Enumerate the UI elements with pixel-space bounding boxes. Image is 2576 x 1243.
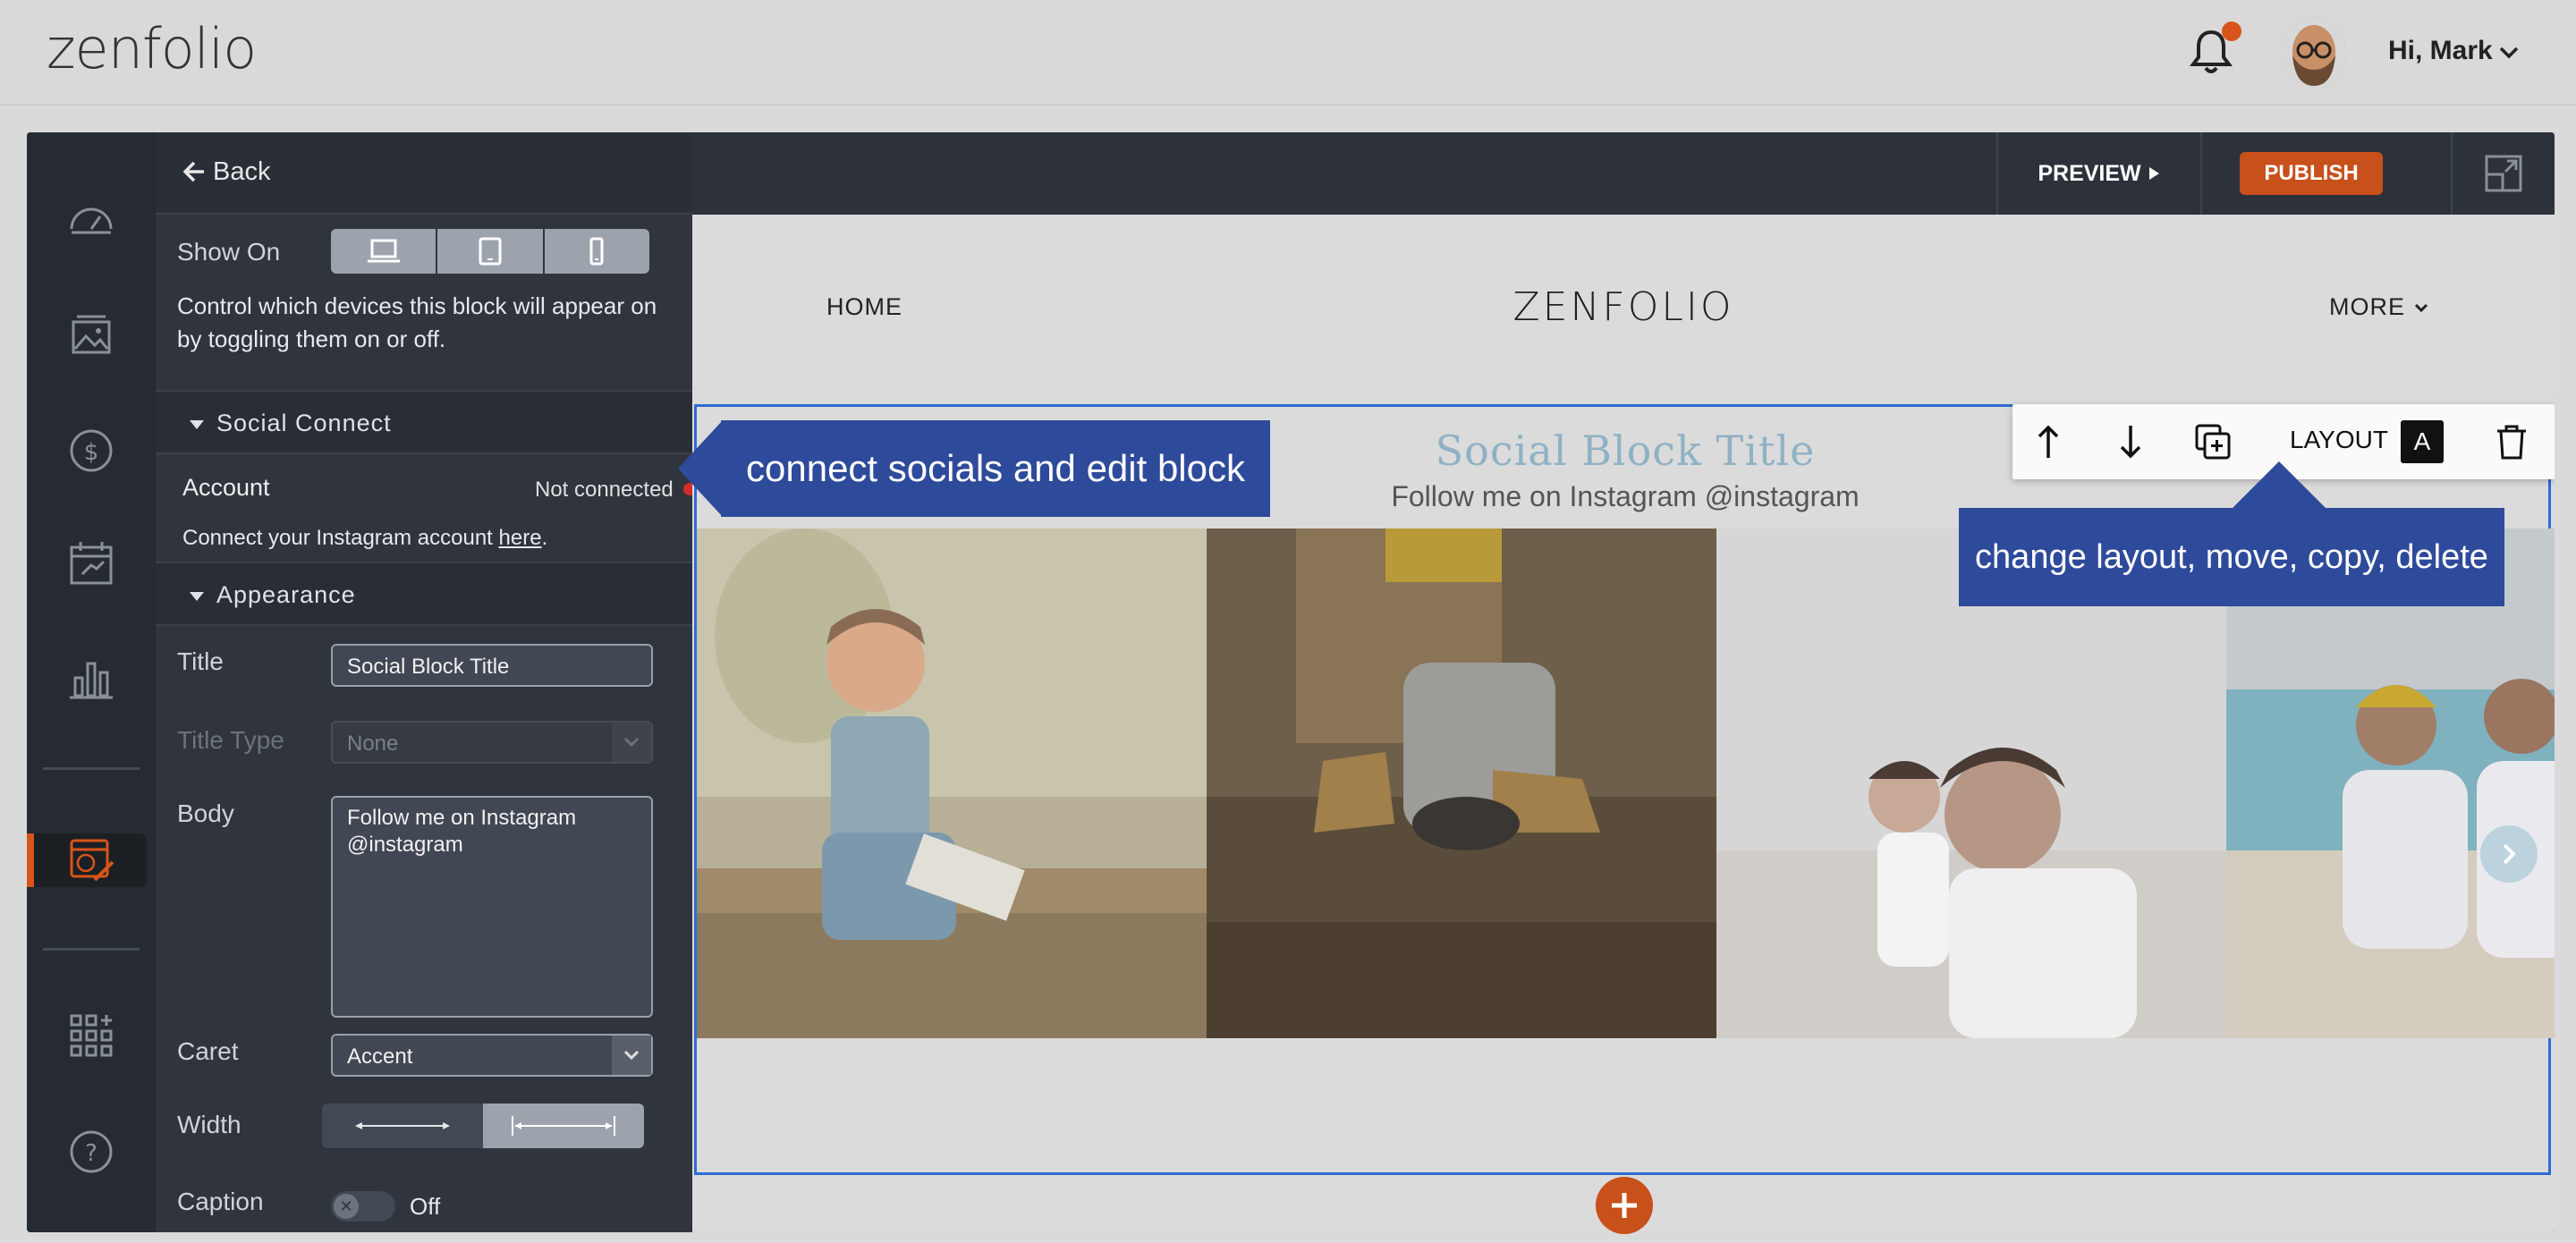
title-type-value: None [347, 731, 399, 756]
appearance-section-toggle[interactable]: Appearance [156, 562, 692, 626]
show-on-description: Control which devices this block will ap… [177, 292, 657, 352]
arrow-left-icon [182, 161, 204, 182]
add-block-button[interactable] [1596, 1177, 1653, 1234]
help-text: Connect your Instagram account [182, 526, 499, 550]
dashboard-icon[interactable] [64, 193, 118, 247]
desktop-icon [367, 239, 400, 263]
site-brand: ZENFOLIO [1513, 284, 1734, 330]
avatar[interactable] [2283, 16, 2345, 89]
caret-select[interactable]: Accent [331, 1034, 653, 1077]
editor-frame: $ ? Back Show On Control which devices t… [27, 132, 2555, 1232]
callout-connect-socials: connect socials and edit block [721, 420, 1270, 517]
body-textarea[interactable]: Follow me on Instagram @instagram [331, 796, 653, 1018]
chevron-down-icon [612, 723, 651, 762]
photo-boy-reading [697, 528, 1207, 1038]
notification-dot [2222, 21, 2241, 41]
site-preview: HOME ZENFOLIO MORE Social Block Title Fo… [692, 215, 2555, 1232]
caption-toggle[interactable]: ✕ [331, 1191, 395, 1222]
tablet-icon [479, 237, 502, 266]
layout-selector[interactable]: A [2401, 420, 2444, 463]
show-on-desktop-toggle[interactable] [331, 229, 438, 274]
section-title: Social Connect [216, 410, 392, 436]
layout-label[interactable]: LAYOUT [2290, 426, 2388, 454]
width-contained-button[interactable] [322, 1103, 483, 1148]
title-type-label: Title Type [177, 726, 284, 754]
width-full-icon [512, 1116, 615, 1136]
title-label: Title [177, 647, 224, 675]
caption-label: Caption [177, 1188, 264, 1215]
trash-icon[interactable] [2492, 422, 2531, 461]
chevron-down-icon[interactable] [2497, 41, 2521, 64]
callout-layout-actions: change layout, move, copy, delete [1959, 508, 2504, 606]
chevron-down-icon [2414, 303, 2428, 313]
back-button[interactable]: Back [182, 157, 270, 187]
show-on-tablet-toggle[interactable] [437, 229, 545, 274]
move-down-icon[interactable] [2111, 422, 2150, 461]
callout-right-pointer [2231, 461, 2327, 510]
width-label: Width [177, 1111, 242, 1138]
website-editor-icon[interactable] [64, 833, 118, 887]
account-status: Not connected [535, 478, 674, 502]
plus-icon [1612, 1193, 1637, 1218]
rail-divider [43, 948, 140, 951]
rail-divider [43, 767, 140, 770]
apps-grid-icon[interactable] [64, 1009, 118, 1062]
sales-icon[interactable]: $ [64, 424, 118, 478]
chevron-down-icon [612, 1036, 651, 1075]
social-connect-section-toggle[interactable]: Social Connect [156, 390, 692, 454]
publish-button[interactable]: PUBLISH [2240, 152, 2383, 195]
width-toggle-group [322, 1103, 644, 1148]
caption-toggle-state: Off [410, 1193, 441, 1220]
help-text-end: . [541, 526, 548, 550]
help-icon[interactable]: ? [64, 1125, 118, 1179]
preview-label: PREVIEW [2038, 160, 2141, 186]
show-on-mobile-toggle[interactable] [544, 229, 649, 274]
callout-left-pointer [678, 420, 723, 517]
duplicate-icon[interactable] [2193, 422, 2233, 461]
gallery-icon[interactable] [64, 308, 118, 361]
user-greeting[interactable]: Hi, Mark [2388, 36, 2493, 66]
move-up-icon[interactable] [2029, 422, 2068, 461]
show-on-toggle-group [331, 229, 649, 274]
carousel-next-button[interactable] [2480, 825, 2538, 883]
connect-link[interactable]: here [499, 526, 542, 550]
site-nav-more[interactable]: MORE [2329, 293, 2429, 321]
chevron-right-icon [2503, 843, 2516, 865]
canvas-toolbar: PREVIEW PUBLISH [692, 132, 2555, 215]
title-input[interactable]: Social Block Title [331, 644, 653, 687]
caret-label: Caret [177, 1037, 239, 1065]
top-bar: zenfolio Hi, Mark [0, 0, 2576, 106]
title-type-select[interactable]: None [331, 721, 653, 764]
account-label: Account [182, 474, 270, 501]
block-settings-panel: Back Show On Control which devices this … [156, 132, 696, 1232]
caret-value: Accent [347, 1044, 413, 1069]
icon-rail: $ ? [27, 132, 156, 1232]
svg-text:?: ? [85, 1140, 97, 1167]
calendar-icon[interactable] [64, 537, 118, 590]
mobile-icon [589, 237, 604, 266]
width-full-button[interactable] [483, 1103, 644, 1148]
panel-header: Back [156, 132, 692, 215]
stats-icon[interactable] [64, 651, 118, 705]
show-on-label: Show On [177, 238, 281, 266]
play-icon [2148, 167, 2159, 180]
caret-down-icon [190, 592, 204, 601]
site-nav-more-label: MORE [2329, 293, 2405, 320]
section-title: Appearance [216, 581, 356, 608]
preview-button[interactable]: PREVIEW [1996, 132, 2202, 215]
svg-text:$: $ [84, 439, 99, 466]
body-label: Body [177, 799, 234, 827]
close-icon: ✕ [334, 1194, 359, 1219]
photo-toddler-feet [1207, 528, 1716, 1038]
zenfolio-logo[interactable]: zenfolio [47, 16, 257, 81]
caret-down-icon [190, 420, 204, 429]
expand-icon [2485, 155, 2522, 192]
back-label: Back [213, 157, 271, 186]
expand-button[interactable] [2451, 132, 2555, 215]
width-contained-icon [355, 1122, 450, 1129]
account-help-text: Connect your Instagram account here. [182, 526, 547, 551]
